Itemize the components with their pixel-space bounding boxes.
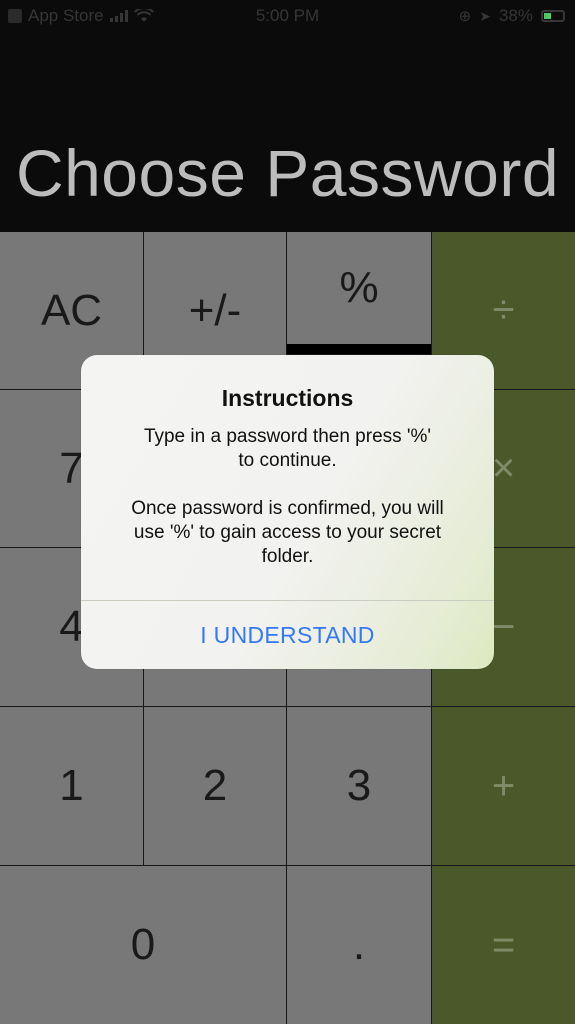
instructions-alert: Instructions Type in a password then pre… xyxy=(81,355,494,669)
alert-title: Instructions xyxy=(221,385,354,411)
alert-message-line: Once password is confirmed, you will xyxy=(131,498,444,519)
alert-message-line: use '%' to gain access to your secret xyxy=(133,522,442,543)
alert-message-line: folder. xyxy=(261,546,314,567)
alert-message-line: to continue. xyxy=(238,450,337,471)
alert-message: Type in a password then press '%' to con… xyxy=(101,425,474,569)
alert-message-line: Type in a password then press '%' xyxy=(143,426,432,447)
understand-button[interactable]: I UNDERSTAND xyxy=(81,601,494,669)
